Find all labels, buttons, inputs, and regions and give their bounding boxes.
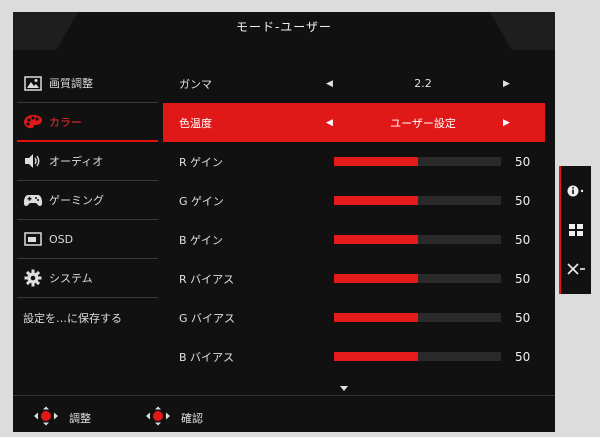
g-bias-value: 50 xyxy=(515,310,531,325)
r-bias-label: R バイアス xyxy=(179,272,235,286)
g-bias-slider[interactable] xyxy=(334,313,501,322)
scroll-down-icon[interactable] xyxy=(340,386,348,391)
palette-icon xyxy=(23,113,43,131)
sidebar-item-label: OSD xyxy=(49,232,74,246)
speaker-icon xyxy=(23,152,43,170)
b-bias-slider[interactable] xyxy=(334,352,501,361)
b-bias-label: B バイアス xyxy=(179,350,235,364)
confirm-label: 確認 xyxy=(181,411,203,425)
quick-panel xyxy=(559,166,591,294)
b-bias-value: 50 xyxy=(515,349,531,364)
footer: 調整 確認 xyxy=(13,395,555,432)
settings-panel: ガンマ ◀ 2.2 ▶ 色温度 ◀ ユーザー設定 ▶ R ゲイン 50 G ゲイ… xyxy=(163,64,545,376)
sidebar-item-osd[interactable]: OSD xyxy=(17,220,158,259)
adjust-hint: 調整 xyxy=(33,406,91,429)
osd-menu: モード-ユーザー 画質調整 カラー オーディオ ゲーミング OSD システム 設… xyxy=(13,12,555,432)
color-temp-row[interactable]: 色温度 ◀ ユーザー設定 ▶ xyxy=(163,103,545,142)
r-gain-slider[interactable] xyxy=(334,157,501,166)
g-gain-slider[interactable] xyxy=(334,196,501,205)
gamma-row[interactable]: ガンマ ◀ 2.2 ▶ xyxy=(163,64,545,103)
dpad-left-right-icon xyxy=(33,406,59,429)
r-bias-slider[interactable] xyxy=(334,274,501,283)
gear-icon xyxy=(23,269,43,287)
b-gain-slider[interactable] xyxy=(334,235,501,244)
arrow-left-icon[interactable]: ◀ xyxy=(326,79,333,89)
adjust-label: 調整 xyxy=(69,411,91,425)
picture-icon xyxy=(23,74,43,92)
dpad-center-icon xyxy=(145,406,171,429)
b-bias-row[interactable]: B バイアス 50 xyxy=(163,337,545,376)
gamma-value: 2.2 xyxy=(414,77,432,90)
arrow-right-icon[interactable]: ▶ xyxy=(503,118,510,128)
sidebar-item-picture[interactable]: 画質調整 xyxy=(17,64,158,103)
sidebar-item-save-settings[interactable]: 設定を…に保存する xyxy=(17,298,158,337)
g-bias-label: G バイアス xyxy=(179,311,236,325)
slider-fill xyxy=(334,313,418,322)
sidebar-item-label: カラー xyxy=(49,115,82,129)
gamma-label: ガンマ xyxy=(179,77,212,91)
b-gain-value: 50 xyxy=(515,232,531,247)
sidebar-item-label: ゲーミング xyxy=(49,194,104,207)
sidebar-item-color[interactable]: カラー xyxy=(17,103,158,142)
r-bias-value: 50 xyxy=(515,271,531,286)
sidebar-item-label: 設定を…に保存する xyxy=(23,311,122,325)
info-icon[interactable] xyxy=(565,180,587,202)
r-gain-row[interactable]: R ゲイン 50 xyxy=(163,142,545,181)
slider-fill xyxy=(334,274,418,283)
r-gain-label: R ゲイン xyxy=(179,155,223,169)
color-temp-label: 色温度 xyxy=(179,116,212,130)
close-icon[interactable] xyxy=(565,258,587,280)
sidebar-item-gaming[interactable]: ゲーミング xyxy=(17,181,158,220)
sidebar-item-label: 画質調整 xyxy=(49,77,93,90)
sidebar-item-system[interactable]: システム xyxy=(17,259,158,298)
slider-fill xyxy=(334,235,418,244)
page-title: モード-ユーザー xyxy=(235,20,333,34)
menu-grid-icon[interactable] xyxy=(565,219,587,241)
g-bias-row[interactable]: G バイアス 50 xyxy=(163,298,545,337)
arrow-left-icon[interactable]: ◀ xyxy=(326,118,333,128)
sidebar-item-label: システム xyxy=(49,272,93,285)
sidebar: 画質調整 カラー オーディオ ゲーミング OSD システム 設定を…に保存する xyxy=(17,64,158,337)
confirm-hint: 確認 xyxy=(145,406,203,429)
b-gain-row[interactable]: B ゲイン 50 xyxy=(163,220,545,259)
slider-fill xyxy=(334,352,418,361)
sidebar-item-label: オーディオ xyxy=(49,155,104,168)
gamepad-icon xyxy=(23,191,43,209)
g-gain-label: G ゲイン xyxy=(179,194,224,208)
sidebar-item-audio[interactable]: オーディオ xyxy=(17,142,158,181)
g-gain-value: 50 xyxy=(515,193,531,208)
arrow-right-icon[interactable]: ▶ xyxy=(503,79,510,89)
color-temp-value: ユーザー設定 xyxy=(390,116,456,130)
r-bias-row[interactable]: R バイアス 50 xyxy=(163,259,545,298)
slider-fill xyxy=(334,157,418,166)
slider-fill xyxy=(334,196,418,205)
osd-icon xyxy=(23,230,43,248)
b-gain-label: B ゲイン xyxy=(179,233,223,247)
g-gain-row[interactable]: G ゲイン 50 xyxy=(163,181,545,220)
r-gain-value: 50 xyxy=(515,154,531,169)
